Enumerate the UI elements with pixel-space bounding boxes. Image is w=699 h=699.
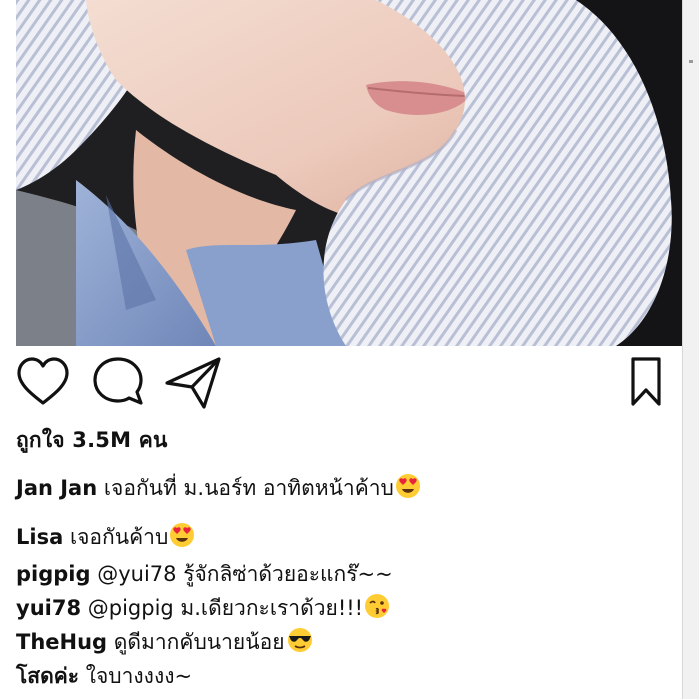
comment-text: @pigpig ม.เดียวกะเราด้วย!!!: [87, 596, 364, 620]
comment-text: เจอกันค้าบ: [69, 525, 169, 549]
like-button[interactable]: [16, 356, 70, 410]
comment-bubble-icon: [93, 357, 143, 405]
comment-text: @yui78 รู้จักลิซ่าด้วยอะแกร๊~~: [97, 562, 393, 586]
comment-item: TheHug ดูดีมากคับนายน้อย: [16, 626, 314, 659]
comment-username[interactable]: โสดค่ะ: [16, 664, 79, 688]
comment-username[interactable]: Lisa: [16, 525, 63, 549]
likes-count[interactable]: ถูกใจ 3.5M คน: [16, 424, 168, 457]
post-photo[interactable]: [16, 0, 683, 346]
instagram-post: ถูกใจ 3.5M คน Jan Jan เจอกันที่ ม.นอร์ท …: [0, 0, 699, 699]
action-bar: [16, 356, 676, 412]
post-caption: Jan Jan เจอกันที่ ม.นอร์ท อาทิตหน้าค้าบ: [16, 472, 421, 505]
comment-item: pigpig @yui78 รู้จักลิซ่าด้วยอะแกร๊~~: [16, 558, 393, 591]
heart-eyes-emoji-icon: [395, 473, 421, 504]
kiss-wink-emoji-icon: [364, 593, 390, 624]
comment-username[interactable]: yui78: [16, 596, 81, 620]
paper-plane-icon: [165, 357, 221, 409]
caption-username[interactable]: Jan Jan: [16, 476, 97, 500]
comment-button[interactable]: [92, 356, 144, 410]
comment-username[interactable]: TheHug: [16, 630, 107, 654]
bookmark-icon: [631, 357, 661, 406]
post-photo-illustration: [16, 0, 683, 346]
share-button[interactable]: [164, 356, 222, 410]
comment-item: Lisa เจอกันค้าบ: [16, 521, 195, 554]
scrollbar-thumb[interactable]: [689, 60, 693, 63]
comment-text: ดูดีมากคับนายน้อย: [113, 630, 285, 654]
save-button[interactable]: [630, 356, 662, 408]
scrollbar[interactable]: [682, 0, 699, 699]
comment-text: ใจบางงงง~: [85, 664, 193, 688]
comment-item: yui78 @pigpig ม.เดียวกะเราด้วย!!!: [16, 592, 390, 625]
sunglasses-emoji-icon: [286, 627, 314, 658]
caption-text: เจอกันที่ ม.นอร์ท อาทิตหน้าค้าบ: [103, 476, 394, 500]
comment-item: โสดค่ะ ใจบางงงง~: [16, 660, 192, 693]
comment-username[interactable]: pigpig: [16, 562, 91, 586]
heart-icon: [17, 357, 69, 405]
heart-eyes-emoji-icon: [169, 522, 195, 553]
